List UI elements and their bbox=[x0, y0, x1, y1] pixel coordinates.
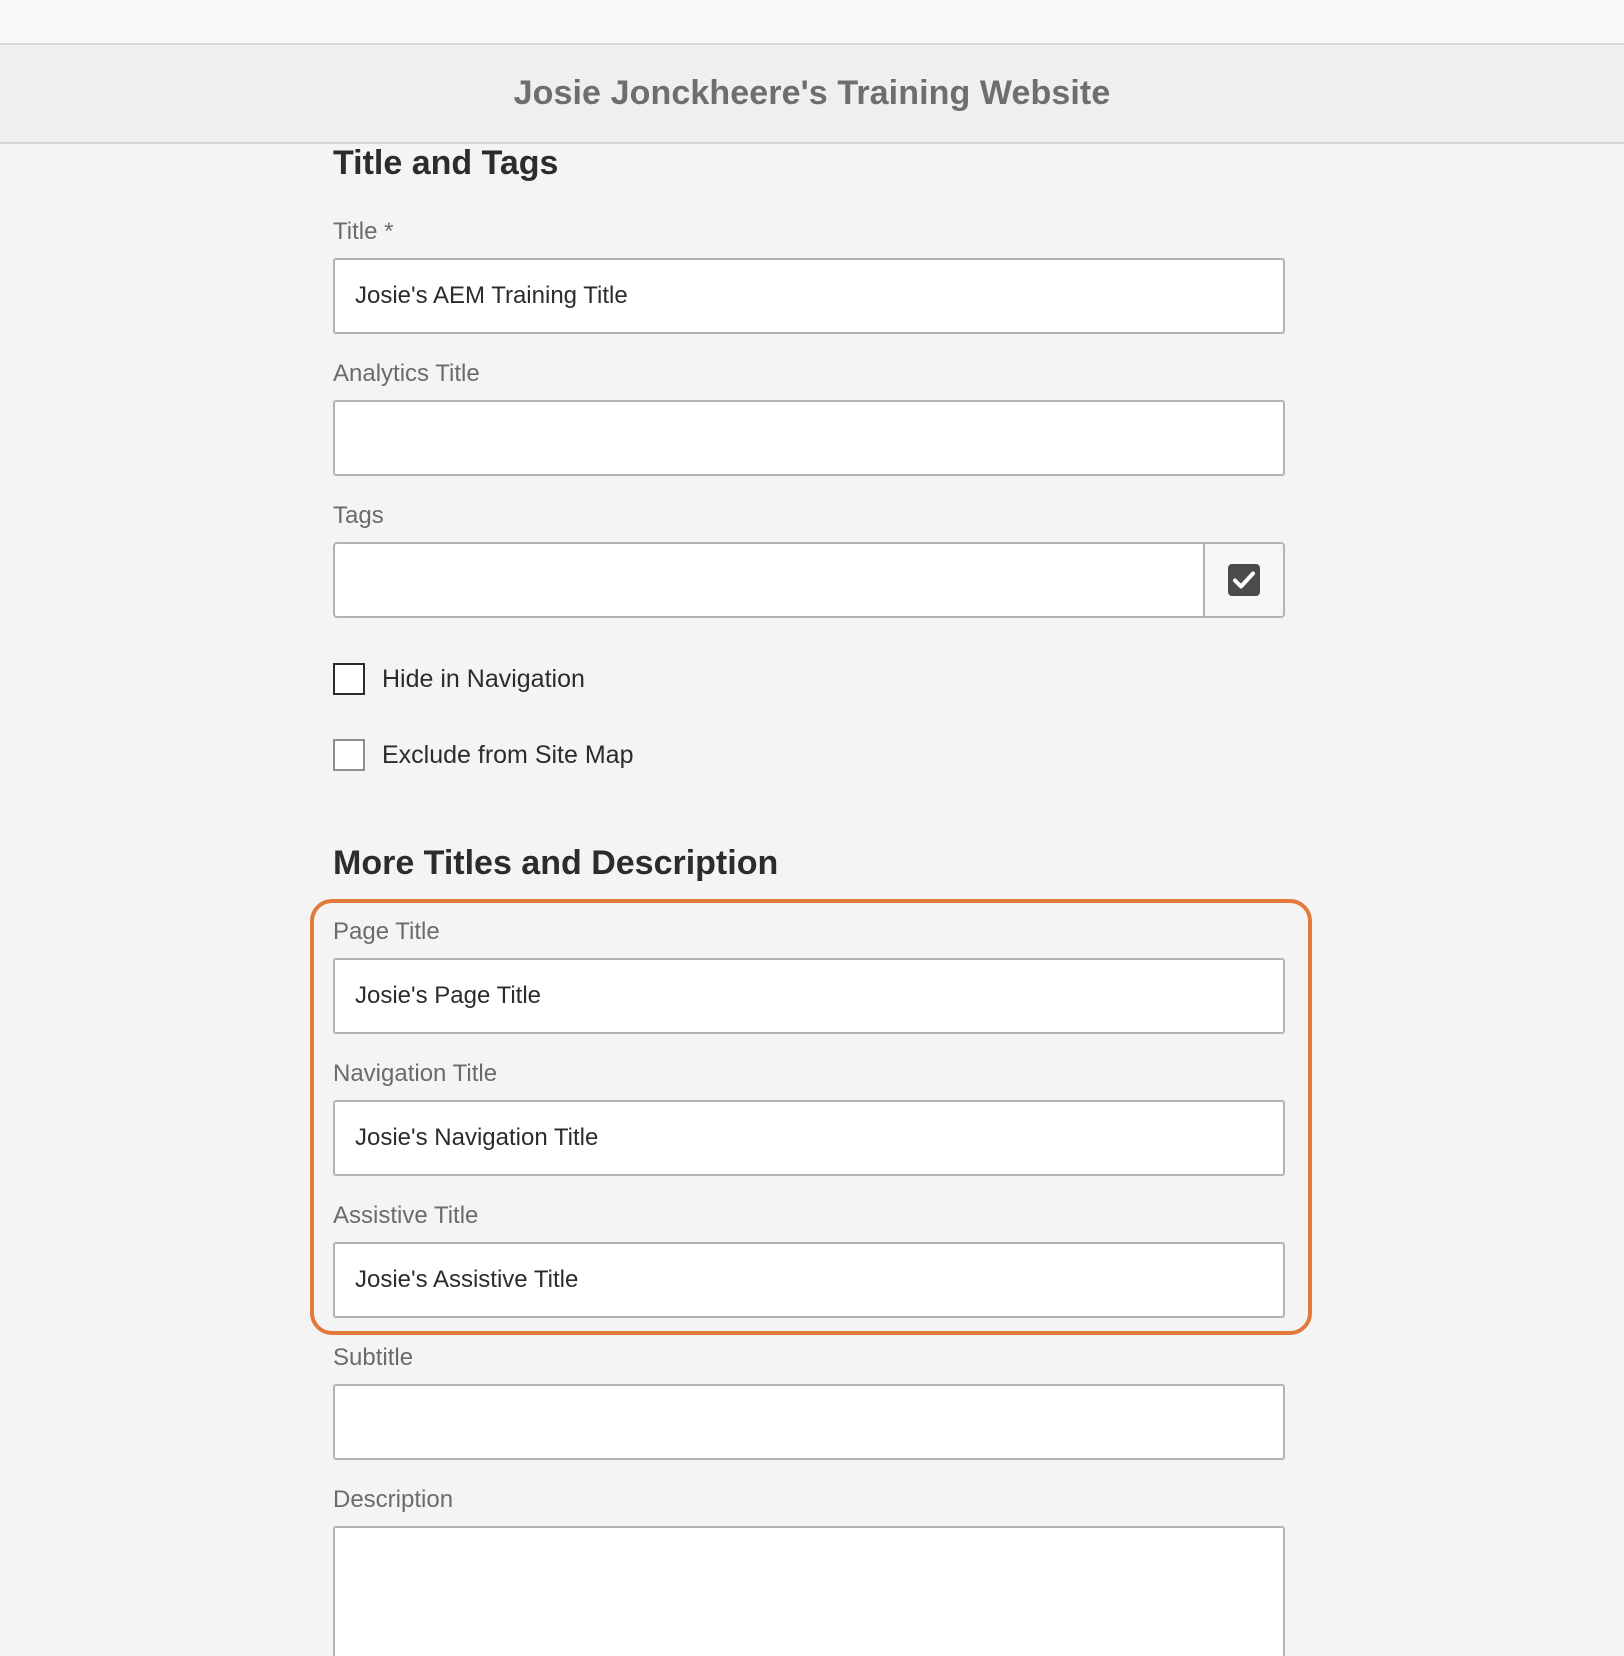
navigation-title-label: Navigation Title bbox=[333, 1060, 498, 1087]
tags-input[interactable] bbox=[335, 544, 1203, 616]
analytics-title-label: Analytics Title bbox=[333, 360, 480, 387]
hide-in-navigation-checkbox[interactable]: Hide in Navigation bbox=[333, 660, 585, 698]
checkbox-checked-icon bbox=[1228, 564, 1260, 596]
hide-in-navigation-label: Hide in Navigation bbox=[382, 664, 585, 693]
section-heading-title-and-tags: Title and Tags bbox=[333, 144, 559, 182]
exclude-from-sitemap-checkbox[interactable]: Exclude from Site Map bbox=[333, 736, 634, 774]
checkbox-box[interactable] bbox=[333, 663, 365, 695]
site-header: Josie Jonckheere's Training Website bbox=[0, 45, 1624, 144]
tags-label: Tags bbox=[333, 502, 384, 529]
description-label: Description bbox=[333, 1486, 454, 1513]
checkbox-box[interactable] bbox=[333, 739, 365, 771]
top-toolbar bbox=[0, 0, 1624, 45]
description-textarea[interactable] bbox=[333, 1526, 1285, 1656]
page-title-label: Page Title bbox=[333, 918, 440, 945]
assistive-title-label: Assistive Title bbox=[333, 1202, 479, 1229]
site-title: Josie Jonckheere's Training Website bbox=[513, 74, 1111, 112]
tags-field bbox=[333, 542, 1285, 618]
analytics-title-input[interactable] bbox=[333, 400, 1285, 476]
assistive-title-input[interactable] bbox=[333, 1242, 1285, 1318]
title-input[interactable] bbox=[333, 258, 1285, 334]
section-heading-more-titles: More Titles and Description bbox=[333, 844, 779, 882]
subtitle-input[interactable] bbox=[333, 1384, 1285, 1460]
exclude-from-sitemap-label: Exclude from Site Map bbox=[382, 740, 634, 769]
subtitle-label: Subtitle bbox=[333, 1344, 414, 1371]
title-label: Title * bbox=[333, 218, 394, 245]
navigation-title-input[interactable] bbox=[333, 1100, 1285, 1176]
tags-picker-button[interactable] bbox=[1203, 544, 1283, 616]
page-title-input[interactable] bbox=[333, 958, 1285, 1034]
